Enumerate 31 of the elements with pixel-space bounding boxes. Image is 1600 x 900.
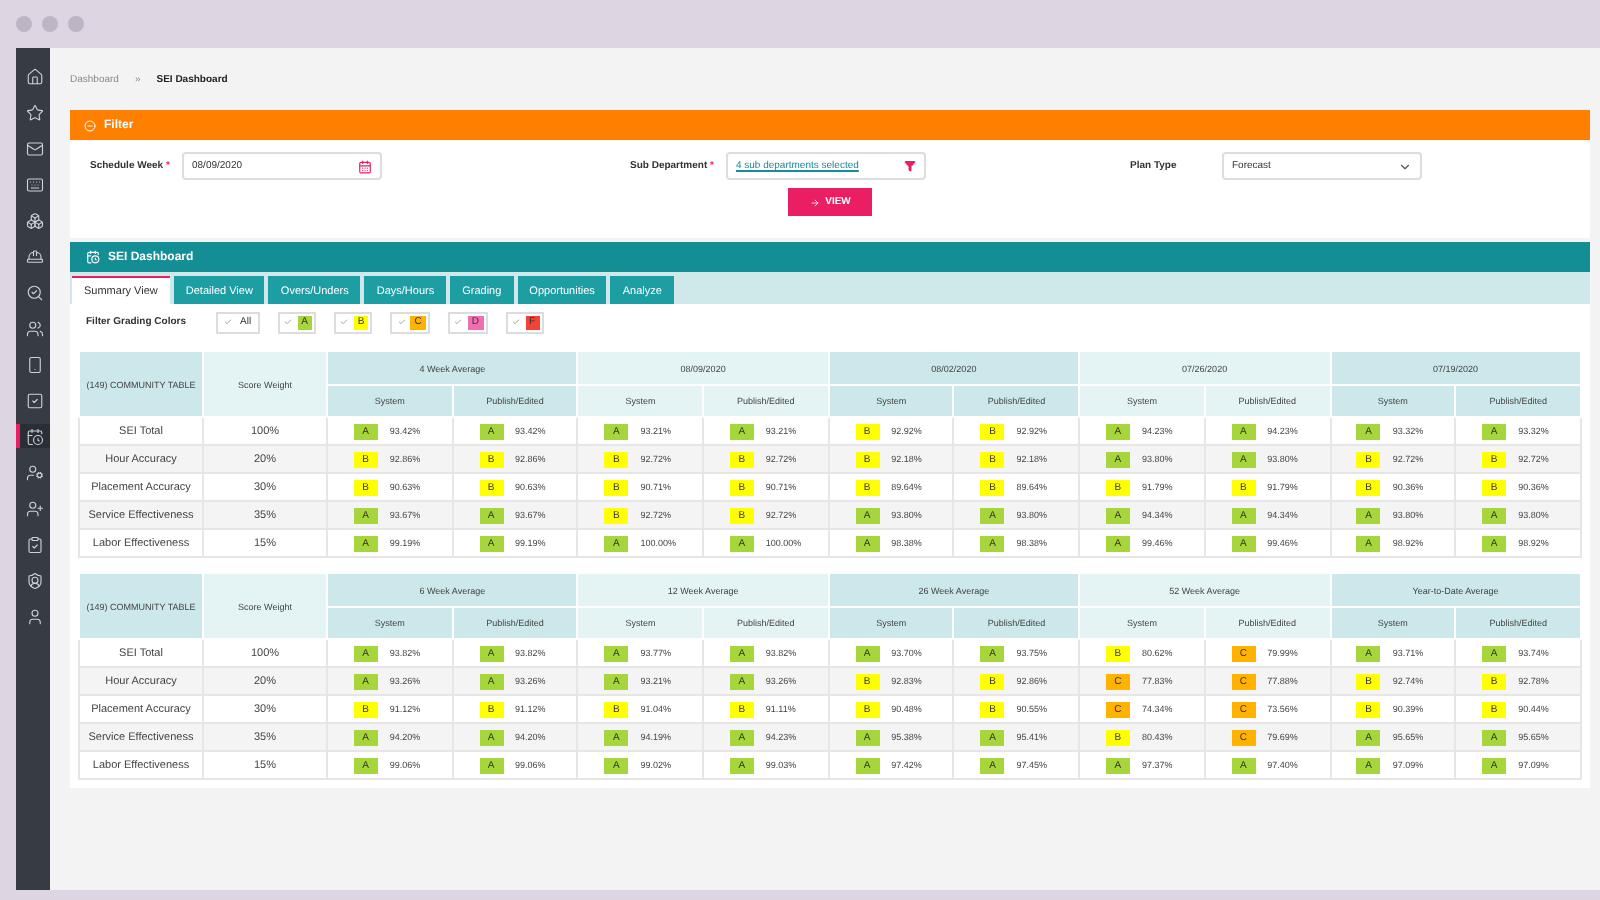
search-icon xyxy=(26,283,44,301)
star-icon xyxy=(26,103,44,121)
check-icon xyxy=(340,318,349,326)
keyboard-icon xyxy=(26,175,44,193)
clipboard-icon xyxy=(26,535,44,553)
checkbox-icon xyxy=(26,391,44,409)
user-gear-icon xyxy=(26,463,44,481)
calendar-icon xyxy=(358,159,372,173)
shield-user-icon xyxy=(26,571,44,589)
worker-icon xyxy=(26,247,44,265)
caret-icon xyxy=(1398,159,1412,173)
mail-icon xyxy=(26,139,44,157)
calendar-clock-icon xyxy=(26,427,44,445)
check-icon xyxy=(223,318,232,326)
home-icon xyxy=(26,67,44,85)
filter-icon xyxy=(903,160,916,172)
calendar-clock-icon xyxy=(86,250,100,264)
window-dot xyxy=(42,16,58,32)
check-icon xyxy=(454,318,463,326)
window-dot xyxy=(68,16,84,32)
check-icon xyxy=(512,318,521,326)
user-plus-icon xyxy=(26,499,44,517)
phone-icon xyxy=(26,355,44,373)
window-dot xyxy=(16,16,32,32)
check-icon xyxy=(284,318,293,326)
boxes-icon xyxy=(26,211,44,229)
arrow-right-icon xyxy=(809,197,820,207)
user-icon xyxy=(26,607,44,625)
check-icon xyxy=(397,318,406,326)
users-icon xyxy=(26,319,44,337)
sidebar-item[interactable] xyxy=(16,424,50,448)
